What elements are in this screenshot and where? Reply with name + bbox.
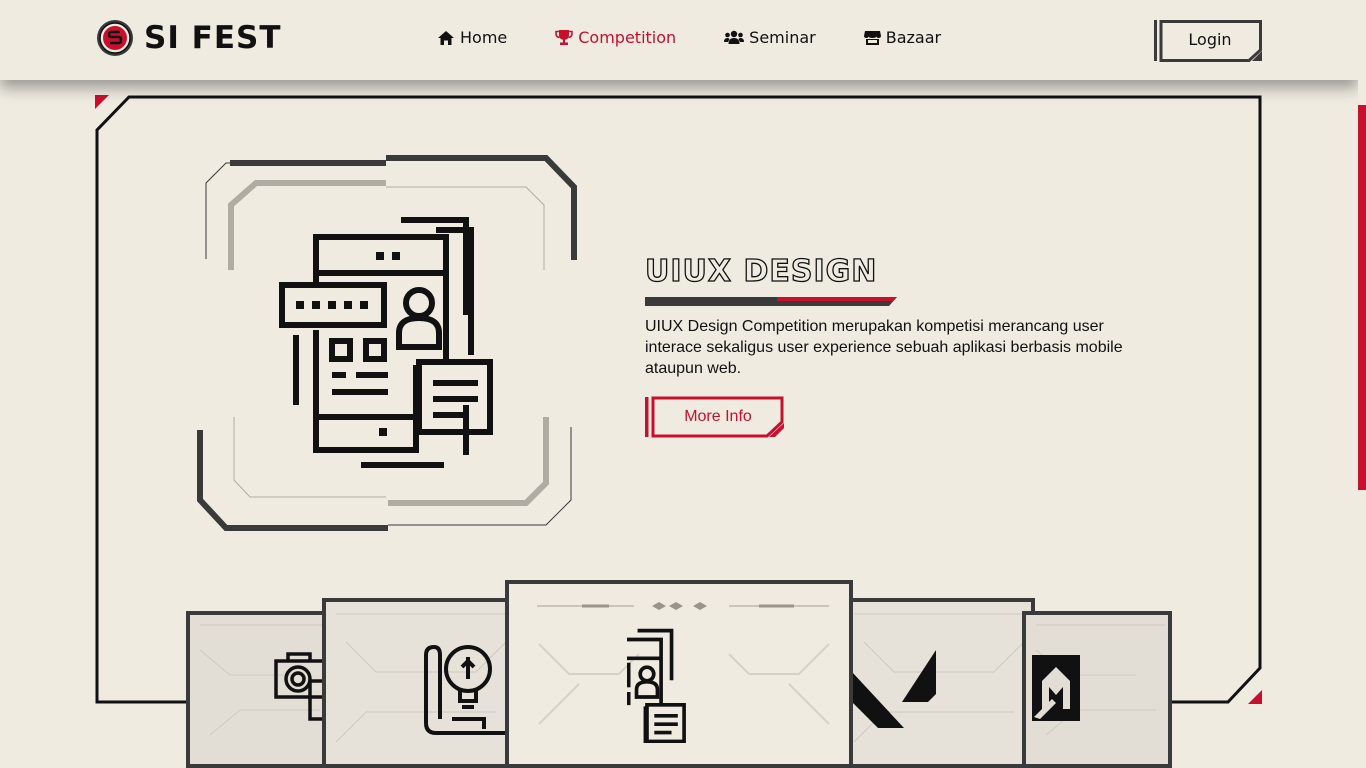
nav-item-seminar[interactable]: Seminar [724,28,816,47]
mobile-ui-design-icon [197,155,577,531]
nav-item-bazaar[interactable]: Bazaar [863,28,942,47]
users-icon [724,30,745,44]
main-nav: Home Competition Seminar Bazaar [437,28,941,47]
si-fest-logo-icon [97,20,133,56]
competition-info: UIUX DESIGN UIUX Design Competition meru… [644,254,1155,438]
home-icon [438,30,454,45]
brand[interactable]: SI FEST [96,18,281,58]
more-info-label: More Info [684,408,752,425]
mobile-legends-logo-icon [1032,655,1080,721]
competition-carousel [0,578,1366,768]
scrollbar-thumb[interactable] [1358,105,1366,490]
mobile-ui-design-icon [627,628,686,743]
trophy-icon [555,30,574,45]
nav-label-bazaar: Bazaar [885,28,942,47]
carousel-card-business-plan[interactable] [322,598,520,768]
brand-name: SI FEST [144,20,282,56]
competition-description: UIUX Design Competition merupakan kompet… [645,318,1123,377]
store-icon [863,30,881,45]
lightbulb-blueprint-icon [424,644,510,735]
login-button[interactable]: Login [1154,20,1262,62]
carousel-card-photography[interactable] [186,611,336,768]
nav-item-competition[interactable]: Competition [555,28,676,47]
carousel-card-uiux-design[interactable] [505,580,853,768]
title-underline [645,297,897,306]
nav-label-seminar: Seminar [749,28,816,47]
carousel-card-valorant[interactable] [840,598,1035,768]
nav-label-home: Home [460,28,508,47]
valorant-logo-icon [852,650,936,728]
navbar: SI FEST Home Competition Seminar Bazaar … [0,0,1358,80]
scrollbar[interactable] [1358,0,1366,768]
login-label: Login [1188,30,1232,49]
nav-label-competition: Competition [578,28,677,47]
competition-title: UIUX DESIGN [644,254,878,289]
carousel-card-mobile-legends[interactable] [1022,611,1172,768]
nav-item-home[interactable]: Home [437,28,507,47]
more-info-button[interactable]: More Info [645,396,785,438]
